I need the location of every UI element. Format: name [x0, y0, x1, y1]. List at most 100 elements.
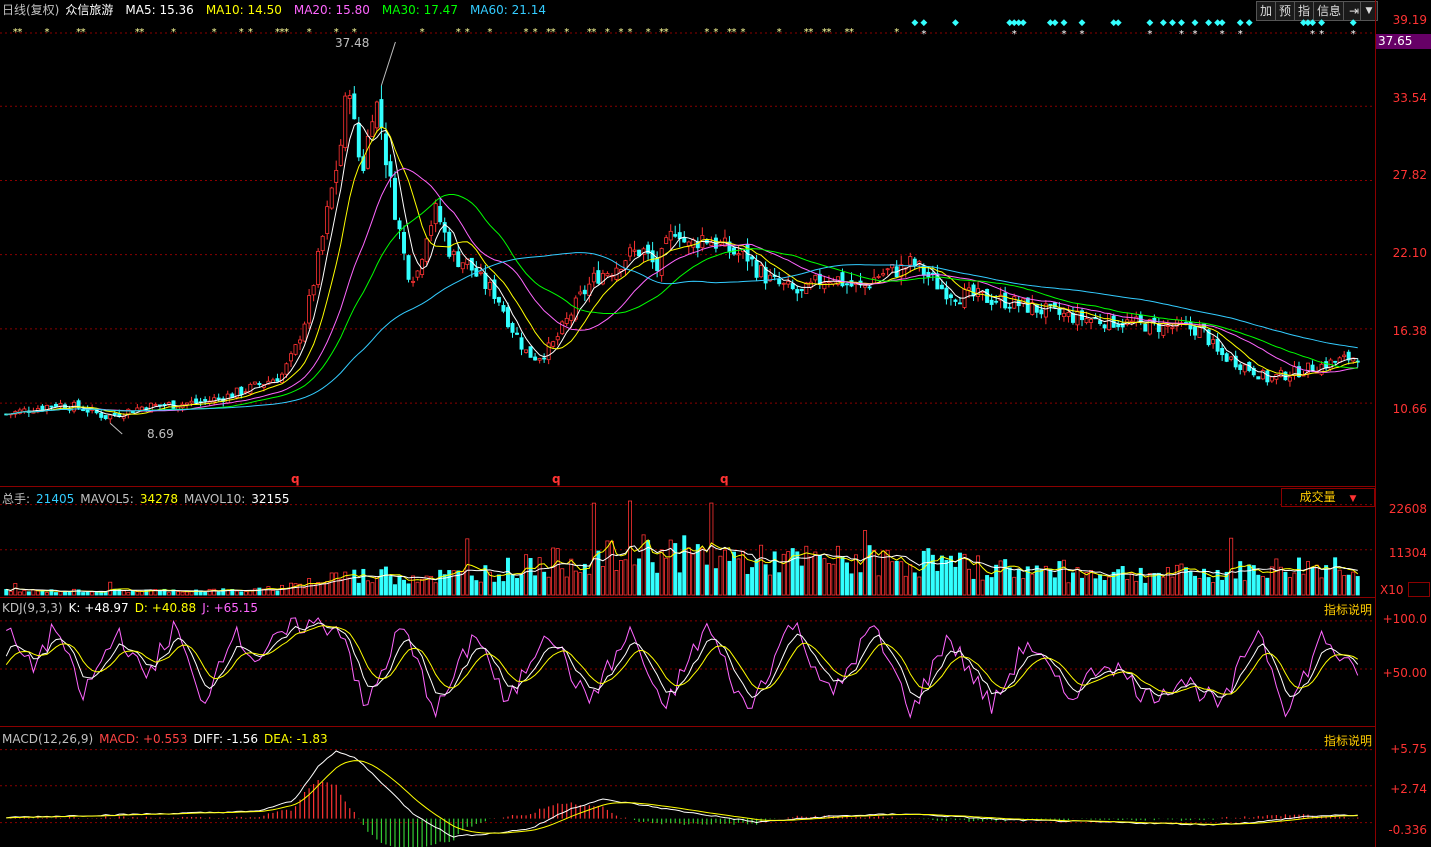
volume-bar[interactable]	[1021, 578, 1026, 596]
volume-bar[interactable]	[1346, 574, 1351, 596]
volume-bar[interactable]	[1012, 576, 1017, 596]
volume-bar[interactable]	[1039, 569, 1044, 596]
volume-bar[interactable]	[600, 566, 605, 596]
volume-bar[interactable]	[1328, 568, 1333, 596]
volume-bar[interactable]	[492, 581, 497, 596]
volume-bar[interactable]	[1301, 573, 1306, 596]
volume-bar[interactable]	[533, 575, 538, 596]
volume-bar[interactable]	[781, 553, 786, 596]
candle-body[interactable]	[790, 283, 795, 290]
candle-body[interactable]	[799, 288, 804, 292]
candle-body[interactable]	[388, 161, 393, 177]
volume-bar[interactable]	[1061, 559, 1066, 596]
candle-body[interactable]	[392, 177, 397, 220]
candle-body[interactable]	[53, 404, 58, 407]
volume-bar[interactable]	[826, 563, 831, 596]
candle-body[interactable]	[591, 272, 596, 283]
candle-body[interactable]	[1342, 354, 1347, 358]
volume-bar[interactable]	[374, 576, 379, 596]
candle-body[interactable]	[447, 231, 452, 257]
candle-body[interactable]	[528, 346, 533, 358]
volume-bar[interactable]	[1080, 577, 1085, 596]
volume-bar[interactable]	[1102, 580, 1107, 596]
candle-body[interactable]	[456, 251, 461, 268]
candle-body[interactable]	[524, 349, 529, 353]
volume-bar[interactable]	[1143, 582, 1148, 596]
candle-body[interactable]	[1165, 325, 1170, 327]
volume-bar[interactable]	[103, 592, 108, 596]
volume-bar[interactable]	[786, 551, 791, 596]
volume-bar[interactable]	[139, 591, 144, 596]
volume-bar[interactable]	[1296, 557, 1301, 596]
candle-body[interactable]	[804, 282, 809, 294]
volume-bar[interactable]	[962, 553, 967, 596]
candle-body[interactable]	[451, 250, 456, 255]
volume-bar[interactable]	[917, 576, 922, 596]
candle-body[interactable]	[1098, 320, 1103, 324]
volume-bar[interactable]	[754, 559, 759, 596]
volume-bar[interactable]	[1287, 577, 1292, 596]
volume-bar[interactable]	[935, 570, 940, 596]
candle-body[interactable]	[560, 321, 565, 335]
volume-bar[interactable]	[1025, 566, 1030, 596]
volume-bar[interactable]	[239, 591, 244, 596]
candle-body[interactable]	[153, 404, 158, 406]
volume-bar[interactable]	[44, 592, 49, 596]
volume-bar[interactable]	[474, 580, 479, 596]
volume-bar[interactable]	[1269, 566, 1274, 596]
volume-bar[interactable]	[1120, 566, 1125, 596]
volume-bar[interactable]	[722, 549, 727, 596]
candle-body[interactable]	[1138, 314, 1143, 322]
volume-bar[interactable]	[623, 559, 628, 596]
volume-bar[interactable]	[1242, 580, 1247, 596]
volume-bar[interactable]	[700, 547, 705, 596]
candle-body[interactable]	[867, 286, 872, 289]
candle-body[interactable]	[1224, 353, 1229, 362]
volume-bar[interactable]	[515, 578, 520, 596]
volume-bar[interactable]	[1093, 578, 1098, 596]
volume-bar[interactable]	[926, 548, 931, 596]
volume-bar[interactable]	[72, 588, 77, 596]
candle-body[interactable]	[402, 231, 407, 254]
candle-body[interactable]	[139, 406, 144, 411]
volume-bar[interactable]	[1066, 582, 1071, 596]
volume-bar[interactable]	[528, 558, 533, 596]
candle-body[interactable]	[1057, 308, 1062, 315]
volume-bar[interactable]	[741, 550, 746, 596]
volume-bar[interactable]	[709, 502, 714, 596]
volume-bar[interactable]	[352, 569, 357, 596]
volume-bar[interactable]	[998, 560, 1003, 596]
volume-bar[interactable]	[1007, 567, 1012, 596]
volume-bar[interactable]	[94, 591, 99, 596]
volume-bar[interactable]	[686, 547, 691, 596]
candle-body[interactable]	[1102, 324, 1107, 329]
volume-bar[interactable]	[1206, 577, 1211, 596]
volume-bar[interactable]	[551, 547, 556, 596]
candle-body[interactable]	[813, 274, 818, 281]
volume-bar[interactable]	[130, 590, 135, 596]
candle-body[interactable]	[293, 344, 298, 355]
candle-body[interactable]	[433, 203, 438, 225]
volume-bar[interactable]	[1319, 577, 1324, 596]
candle-body[interactable]	[953, 299, 958, 302]
volume-bar[interactable]	[1337, 569, 1342, 596]
volume-bar[interactable]	[85, 591, 90, 596]
candle-body[interactable]	[1089, 319, 1094, 323]
volume-bar[interactable]	[872, 549, 877, 596]
candle-body[interactable]	[379, 99, 384, 128]
volume-bar[interactable]	[243, 591, 248, 596]
volume-bar[interactable]	[1292, 572, 1297, 596]
volume-bar[interactable]	[903, 575, 908, 596]
volume-bar[interactable]	[953, 566, 958, 596]
volume-bar[interactable]	[976, 555, 981, 596]
candle-body[interactable]	[252, 381, 257, 385]
volume-bar[interactable]	[849, 573, 854, 596]
volume-bar[interactable]	[207, 588, 212, 596]
volume-bar[interactable]	[944, 559, 949, 596]
volume-bar[interactable]	[1098, 574, 1103, 596]
volume-bar[interactable]	[750, 567, 755, 596]
candle-body[interactable]	[1256, 376, 1261, 380]
volume-bar[interactable]	[618, 560, 623, 596]
candle-body[interactable]	[863, 285, 868, 288]
volume-bar[interactable]	[121, 590, 126, 596]
